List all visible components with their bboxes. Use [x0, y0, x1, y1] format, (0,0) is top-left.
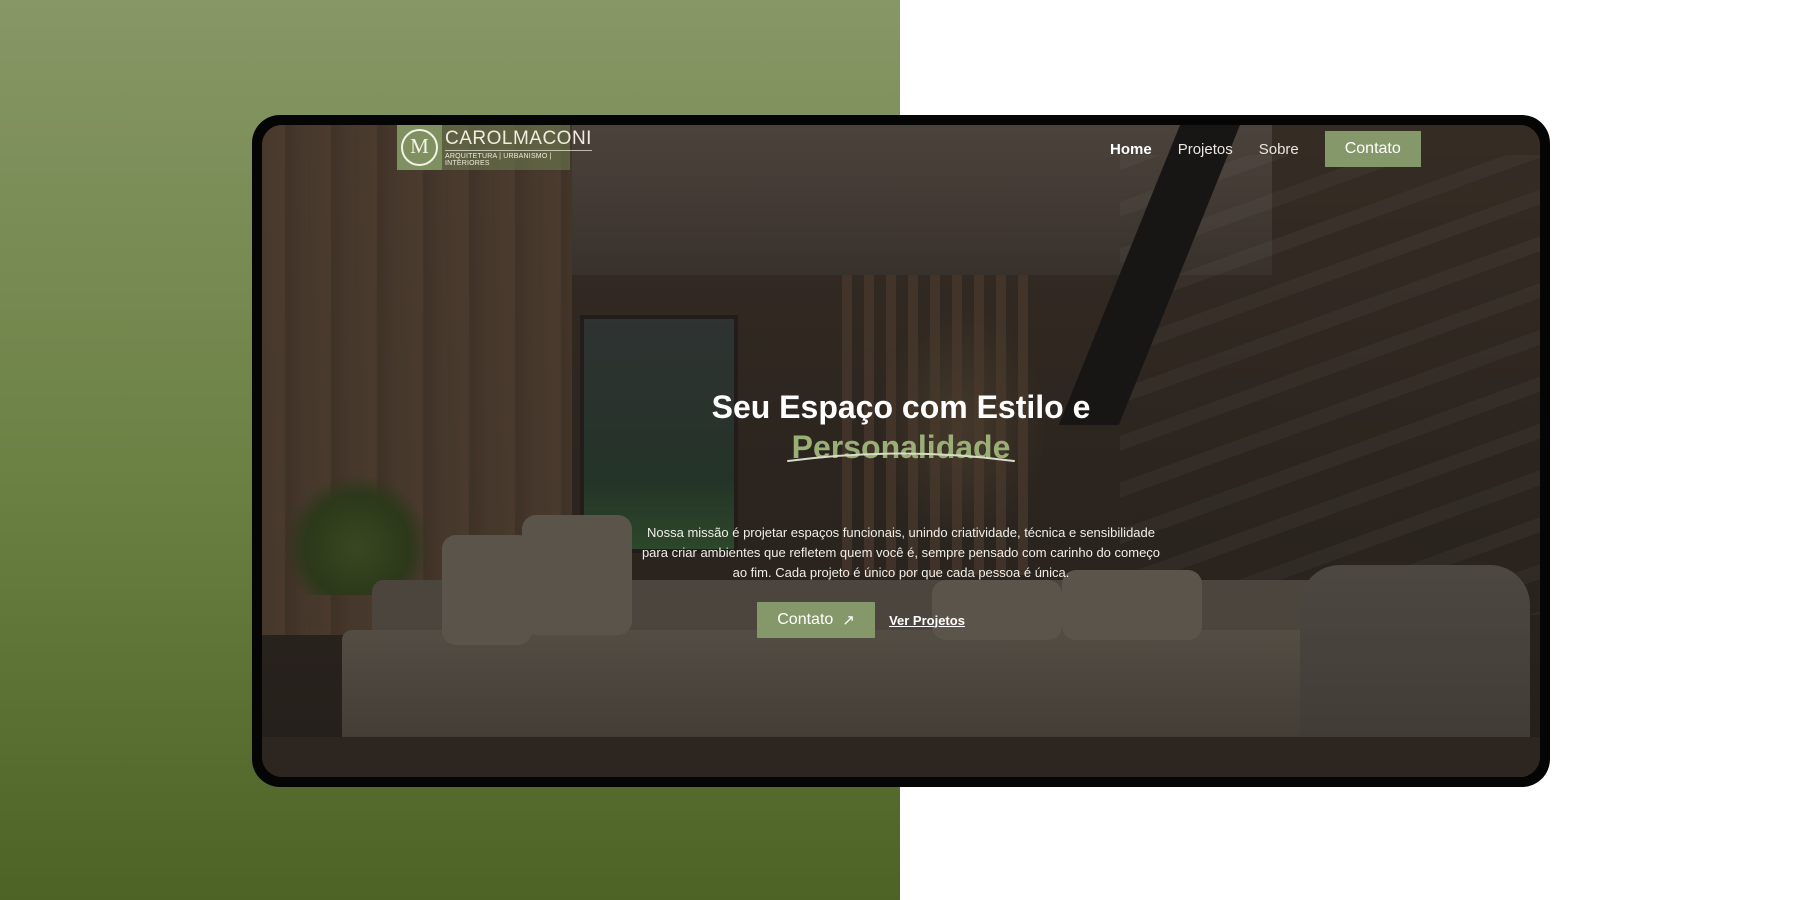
brand-logo[interactable]: M CAROLMACONI ARQUITETURA | URBANISMO | …: [397, 125, 592, 170]
brand-tagline: ARQUITETURA | URBANISMO | INTERIORES: [445, 149, 592, 167]
nav-link-home[interactable]: Home: [1110, 141, 1152, 158]
hero-contact-button[interactable]: Contato ↗: [757, 602, 876, 638]
nav-link-sobre[interactable]: Sobre: [1259, 141, 1299, 158]
brand-name: CAROLMACONI: [445, 127, 592, 149]
logo-monogram-icon: M: [397, 125, 442, 170]
arrow-up-right-icon: ↗: [842, 612, 855, 629]
device-frame: M CAROLMACONI ARQUITETURA | URBANISMO | …: [252, 115, 1550, 787]
nav-contact-button[interactable]: Contato: [1324, 131, 1421, 167]
accent-underline-icon: [787, 452, 1015, 462]
hero-title-line: Seu Espaço com Estilo e: [711, 389, 1091, 425]
nav-link-projetos[interactable]: Projetos: [1178, 141, 1233, 158]
hero-description: Nossa missão é projetar espaços funciona…: [641, 525, 1161, 580]
website-screen: M CAROLMACONI ARQUITETURA | URBANISMO | …: [262, 125, 1540, 777]
view-projects-link[interactable]: Ver Projetos: [889, 613, 965, 628]
hero-contact-label: Contato: [777, 611, 834, 628]
hero-actions: Contato ↗ Ver Projetos: [262, 602, 1540, 638]
main-nav: Home Projetos Sobre Contato: [1110, 131, 1421, 167]
